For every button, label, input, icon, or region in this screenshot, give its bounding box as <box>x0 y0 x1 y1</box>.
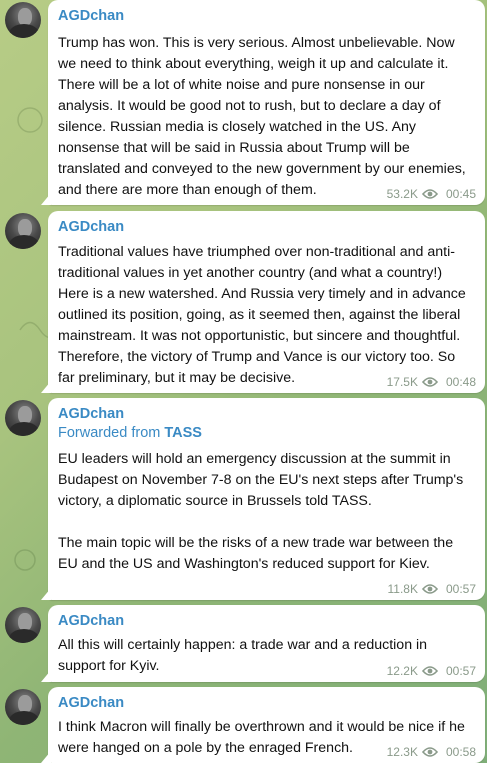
avatar[interactable] <box>5 689 41 725</box>
message-text: Trump has won. This is very serious. Alm… <box>58 35 470 198</box>
message-meta: 12.2K 00:57 <box>387 664 476 678</box>
forwarded-prefix: Forwarded from <box>58 425 161 441</box>
view-count: 53.2K <box>386 187 418 201</box>
sender-name[interactable]: AGDchan <box>58 219 124 235</box>
message-meta: 11.8K 00:57 <box>388 582 477 596</box>
timestamp: 00:58 <box>445 745 476 759</box>
message-bubble: AGDchan Traditional values have triumphe… <box>48 211 485 393</box>
message-meta: 53.2K 00:45 <box>387 187 476 201</box>
message-bubble: AGDchan All this will certainly happen: … <box>48 605 485 682</box>
eye-icon <box>421 189 438 199</box>
sender-name[interactable]: AGDchan <box>58 8 124 24</box>
message-meta: 17.5K 00:48 <box>387 375 476 389</box>
view-count: 11.8K <box>387 582 418 596</box>
eye-icon <box>421 377 438 387</box>
view-count: 17.5K <box>386 375 418 389</box>
timestamp: 00:48 <box>445 375 476 389</box>
message: AGDchan Traditional values have triumphe… <box>0 211 487 393</box>
message-bubble: AGDchan Forwarded from TASS EU leaders w… <box>48 398 485 600</box>
message-meta: 12.3K 00:58 <box>387 745 476 759</box>
message-bubble: AGDchan Trump has won. This is very seri… <box>48 0 485 205</box>
eye-icon <box>421 747 438 757</box>
message: AGDchan Trump has won. This is very seri… <box>0 0 487 205</box>
eye-icon <box>421 584 438 594</box>
forwarded-source[interactable]: TASS <box>164 425 202 441</box>
message: AGDchan I think Macron will finally be o… <box>0 687 487 763</box>
sender-name[interactable]: AGDchan <box>58 613 124 629</box>
message-feed[interactable]: AGDchan Trump has won. This is very seri… <box>0 0 487 763</box>
timestamp: 00:45 <box>445 187 476 201</box>
view-count: 12.2K <box>386 664 418 678</box>
avatar[interactable] <box>5 400 41 436</box>
message: AGDchan Forwarded from TASS EU leaders w… <box>0 398 487 600</box>
avatar[interactable] <box>5 213 41 249</box>
message: AGDchan All this will certainly happen: … <box>0 605 487 682</box>
message-bubble: AGDchan I think Macron will finally be o… <box>48 687 485 763</box>
message-text: Traditional values have triumphed over n… <box>58 244 470 386</box>
message-text: EU leaders will hold an emergency discus… <box>58 451 464 572</box>
eye-icon <box>421 666 438 676</box>
sender-name[interactable]: AGDchan <box>58 406 124 422</box>
timestamp: 00:57 <box>445 664 476 678</box>
avatar[interactable] <box>5 607 41 643</box>
avatar[interactable] <box>5 2 41 38</box>
view-count: 12.3K <box>386 745 418 759</box>
forwarded-from[interactable]: Forwarded from TASS <box>58 425 202 441</box>
timestamp: 00:57 <box>445 582 476 596</box>
sender-name[interactable]: AGDchan <box>58 695 124 711</box>
